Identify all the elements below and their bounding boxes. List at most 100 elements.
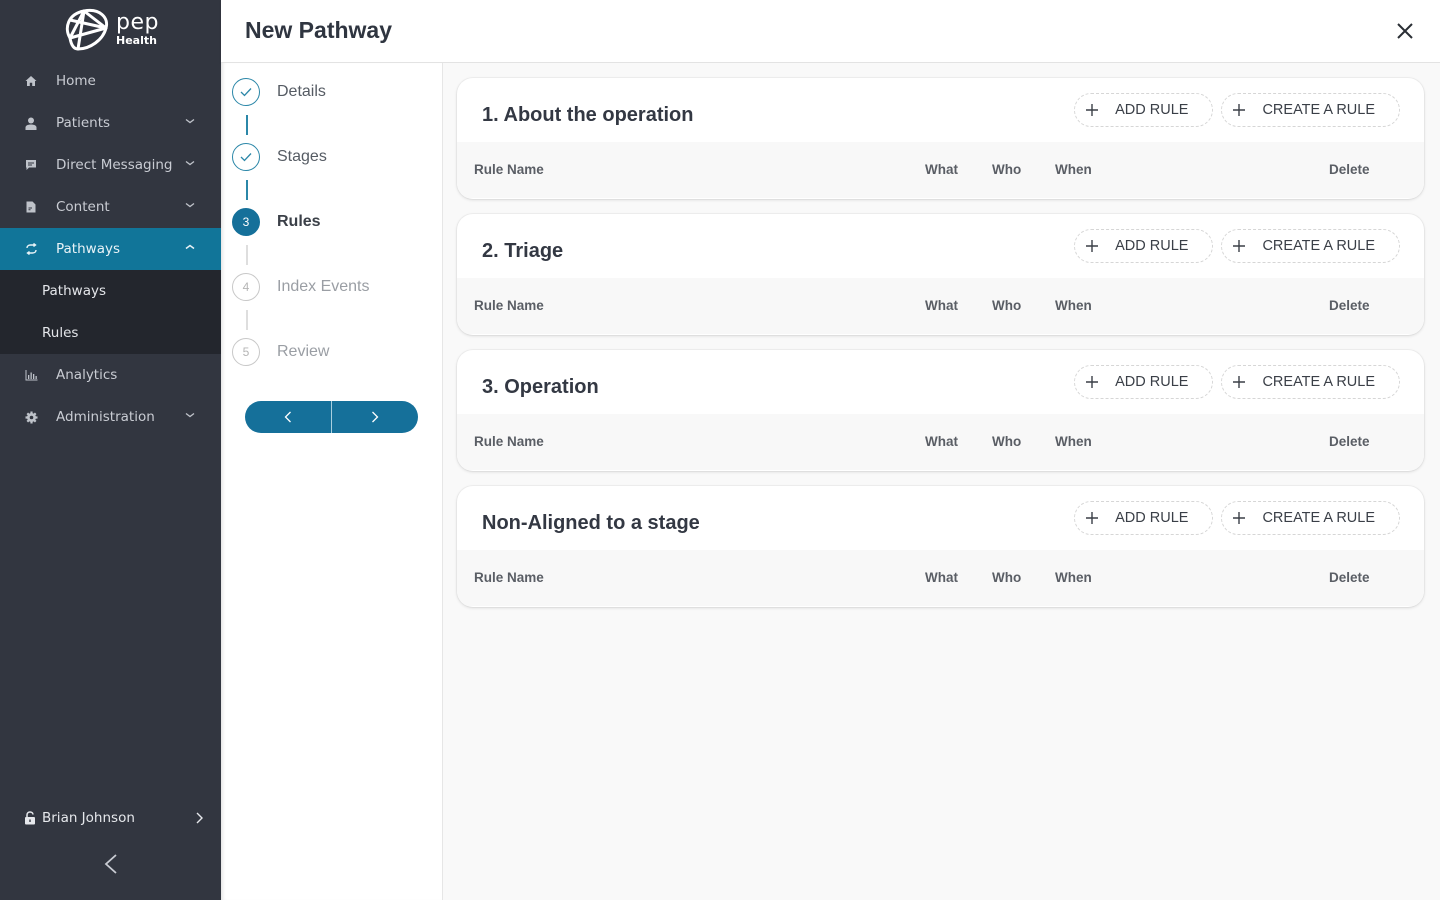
brand-name: pep xyxy=(116,10,159,35)
chevron-right-icon[interactable] xyxy=(194,812,204,824)
pep-logo-icon xyxy=(65,8,109,51)
column-when[interactable]: When xyxy=(1055,434,1092,449)
step-connector xyxy=(246,245,248,265)
sidebar-item-home[interactable]: Home xyxy=(0,60,221,102)
sidebar-item-analytics[interactable]: Analytics xyxy=(0,354,221,396)
chevron-up-icon[interactable] xyxy=(185,242,195,252)
create-rule-button[interactable]: CREATE A RULE xyxy=(1221,365,1400,399)
add-rule-label: ADD RULE xyxy=(1115,510,1189,526)
sidebar-item-direct-messaging[interactable]: Direct Messaging xyxy=(0,144,221,186)
chevron-down-icon[interactable] xyxy=(185,158,195,168)
sidebar-item-administration[interactable]: Administration xyxy=(0,396,221,438)
column-delete[interactable]: Delete xyxy=(1329,162,1370,177)
sidebar-item-pathways[interactable]: Pathways xyxy=(0,228,221,270)
column-delete[interactable]: Delete xyxy=(1329,434,1370,449)
lock-icon xyxy=(25,811,35,825)
add-rule-button[interactable]: ADD RULE xyxy=(1074,229,1214,263)
home-icon xyxy=(24,74,38,88)
column-rule-name[interactable]: Rule Name xyxy=(474,434,544,449)
step-number: 5 xyxy=(232,338,260,366)
chevron-down-icon[interactable] xyxy=(185,200,195,210)
plus-icon xyxy=(1086,376,1099,388)
rules-content: 1. About the operation ADD RULE CREATE A… xyxy=(443,63,1440,900)
sidebar-subitem-rules[interactable]: Rules xyxy=(0,312,221,354)
pathways-submenu: Pathways Rules xyxy=(0,270,221,354)
add-rule-button[interactable]: ADD RULE xyxy=(1074,365,1214,399)
column-when[interactable]: When xyxy=(1055,162,1092,177)
column-who[interactable]: Who xyxy=(992,162,1021,177)
create-rule-button[interactable]: CREATE A RULE xyxy=(1221,229,1400,263)
step-pager xyxy=(245,401,418,433)
step-connector xyxy=(246,115,248,135)
plus-icon xyxy=(1086,104,1099,116)
column-delete[interactable]: Delete xyxy=(1329,298,1370,313)
collapse-sidebar-icon[interactable] xyxy=(100,852,122,876)
column-when[interactable]: When xyxy=(1055,570,1092,585)
previous-step-button[interactable] xyxy=(245,401,331,433)
create-rule-button[interactable]: CREATE A RULE xyxy=(1221,501,1400,535)
step-rules[interactable]: 3 Rules xyxy=(232,207,321,237)
column-rule-name[interactable]: Rule Name xyxy=(474,298,544,313)
step-stages[interactable]: Stages xyxy=(232,142,327,172)
wizard-stepper: Details Stages 3 Rules 4 Index Events 5 … xyxy=(221,63,443,900)
create-rule-label: CREATE A RULE xyxy=(1262,374,1375,390)
column-rule-name[interactable]: Rule Name xyxy=(474,162,544,177)
step-index-events[interactable]: 4 Index Events xyxy=(232,272,370,302)
document-icon xyxy=(24,200,38,214)
step-check-icon xyxy=(232,143,260,171)
column-who[interactable]: Who xyxy=(992,570,1021,585)
sidebar-nav: Home Patients Direct Messaging Content P… xyxy=(0,60,221,438)
close-icon[interactable] xyxy=(1396,22,1414,40)
user-name: Brian Johnson xyxy=(42,810,135,826)
rules-table-header: Rule Name What Who When Delete xyxy=(457,550,1424,606)
step-review[interactable]: 5 Review xyxy=(232,337,329,367)
column-when[interactable]: When xyxy=(1055,298,1092,313)
sidebar-item-content[interactable]: Content xyxy=(0,186,221,228)
step-details[interactable]: Details xyxy=(232,77,326,107)
message-icon xyxy=(24,158,38,172)
plus-icon xyxy=(1233,376,1246,388)
plus-icon xyxy=(1233,512,1246,524)
add-rule-button[interactable]: ADD RULE xyxy=(1074,501,1214,535)
column-what[interactable]: What xyxy=(925,570,958,585)
chevron-left-icon xyxy=(284,411,291,423)
brand-logo[interactable]: pep Health xyxy=(62,8,162,52)
sidebar-subitem-pathways[interactable]: Pathways xyxy=(0,270,221,312)
sidebar-item-label: Administration xyxy=(56,409,155,425)
step-number: 3 xyxy=(232,208,260,236)
brand-sub: Health xyxy=(116,34,157,47)
plus-icon xyxy=(1233,240,1246,252)
column-who[interactable]: Who xyxy=(992,298,1021,313)
column-what[interactable]: What xyxy=(925,162,958,177)
add-rule-button[interactable]: ADD RULE xyxy=(1074,93,1214,127)
column-what[interactable]: What xyxy=(925,434,958,449)
section-card: 1. About the operation ADD RULE CREATE A… xyxy=(457,78,1424,199)
chevron-down-icon[interactable] xyxy=(185,410,195,420)
add-rule-label: ADD RULE xyxy=(1115,238,1189,254)
step-label: Rules xyxy=(277,213,321,230)
step-check-icon xyxy=(232,78,260,106)
add-rule-label: ADD RULE xyxy=(1115,374,1189,390)
section-card: 2. Triage ADD RULE CREATE A RULE Rule Na… xyxy=(457,214,1424,335)
next-step-button[interactable] xyxy=(332,401,418,433)
chevron-down-icon[interactable] xyxy=(185,116,195,126)
chevron-right-icon xyxy=(372,411,379,423)
column-rule-name[interactable]: Rule Name xyxy=(474,570,544,585)
plus-icon xyxy=(1086,240,1099,252)
create-rule-label: CREATE A RULE xyxy=(1262,102,1375,118)
page-title: New Pathway xyxy=(245,17,392,43)
step-label: Review xyxy=(277,343,330,360)
column-who[interactable]: Who xyxy=(992,434,1021,449)
sidebar-item-label: Direct Messaging xyxy=(56,157,173,173)
step-connector xyxy=(246,310,248,330)
column-what[interactable]: What xyxy=(925,298,958,313)
sidebar-item-label: Pathways xyxy=(56,241,120,257)
column-delete[interactable]: Delete xyxy=(1329,570,1370,585)
user-menu[interactable]: Brian Johnson xyxy=(24,806,204,830)
create-rule-button[interactable]: CREATE A RULE xyxy=(1221,93,1400,127)
step-label: Stages xyxy=(277,148,327,165)
rules-table-header: Rule Name What Who When Delete xyxy=(457,414,1424,470)
sidebar-item-label: Home xyxy=(56,73,96,89)
sidebar-item-patients[interactable]: Patients xyxy=(0,102,221,144)
section-actions: ADD RULE CREATE A RULE xyxy=(1074,365,1400,399)
